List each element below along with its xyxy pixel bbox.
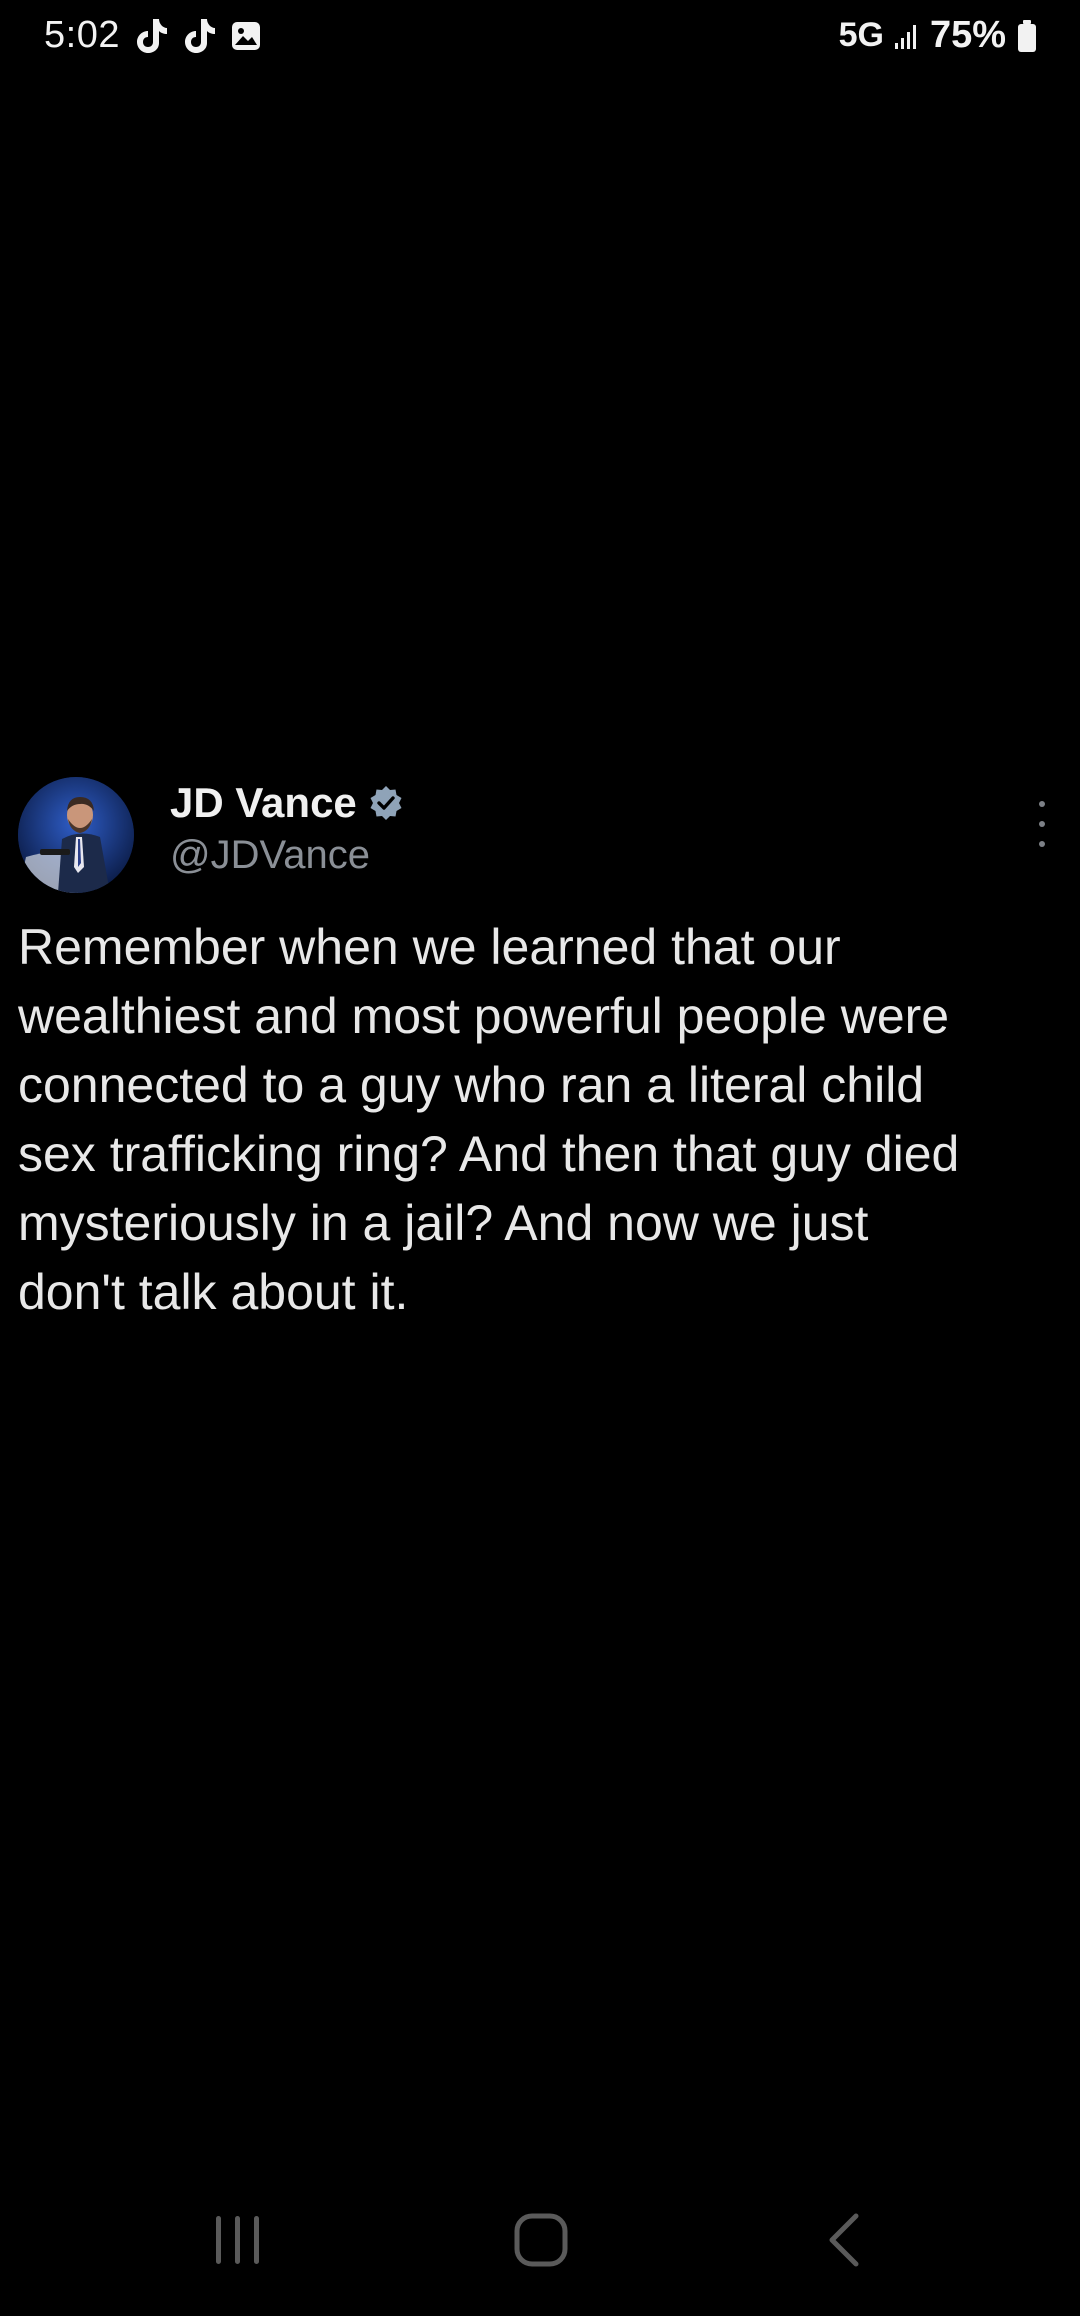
status-left: 5:02	[44, 14, 262, 57]
status-right: 5G 75%	[839, 14, 1038, 57]
tweet-text-line: don't talk about it.	[18, 1264, 409, 1320]
author-name[interactable]: JD Vance	[170, 779, 357, 827]
tiktok-icon	[134, 17, 168, 55]
navigation-bar	[0, 2200, 1080, 2280]
status-time: 5:02	[44, 14, 120, 56]
gallery-icon	[230, 20, 262, 52]
tweet-text-line: Remember when we learned that our	[18, 919, 841, 975]
tweet-text-line: sex trafficking ring? And then that guy …	[18, 1126, 960, 1182]
tweet-text-line: connected to a guy who ran a literal chi…	[18, 1057, 925, 1113]
author-handle[interactable]: @JDVance	[170, 833, 370, 878]
network-type: 5G	[838, 16, 884, 54]
battery-icon	[1016, 19, 1038, 53]
author-name-row: JD Vance	[170, 779, 405, 827]
recents-icon[interactable]	[212, 2210, 264, 2275]
home-icon[interactable]	[512, 2210, 570, 2275]
tiktok-icon	[182, 17, 216, 55]
verified-badge-icon	[367, 784, 405, 822]
more-options-icon[interactable]	[1032, 801, 1052, 847]
tweet-text-line: wealthiest and most powerful people were	[18, 988, 950, 1044]
avatar[interactable]	[18, 777, 134, 893]
tweet-text-line: mysteriously in a jail? And now we just	[18, 1195, 869, 1251]
status-bar: 5:02 5G 75%	[0, 0, 1080, 80]
back-icon[interactable]	[822, 2210, 866, 2275]
tweet-text: Remember when we learned that our wealth…	[18, 913, 1068, 1327]
signal-icon	[894, 21, 920, 51]
battery-percent: 75%	[929, 14, 1006, 56]
